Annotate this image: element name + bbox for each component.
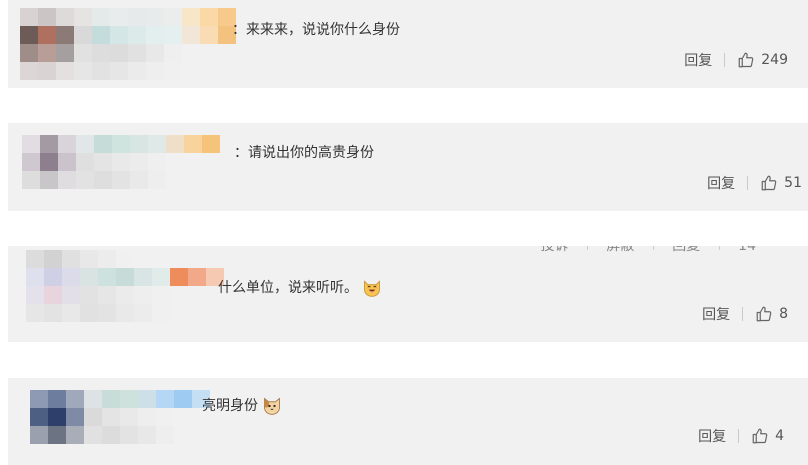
- comment-text-body: 什么单位，说来听听。: [218, 280, 358, 296]
- divider: [747, 176, 749, 190]
- divider: [742, 307, 744, 321]
- like-count: 51: [784, 175, 802, 191]
- reply-button[interactable]: 回复: [698, 426, 726, 446]
- reply-button[interactable]: 回复: [684, 50, 712, 70]
- blurred-avatar-username: [30, 390, 210, 444]
- reply-button[interactable]: 回复: [707, 173, 735, 193]
- like-button[interactable]: 4: [751, 427, 784, 445]
- thumbs-up-icon: [756, 306, 772, 322]
- comment-card-1: ：来来来，说说你什么身份 回复 249: [8, 0, 808, 88]
- comment-card-3: 投诉 屏蔽 回复 14 什么单位，说来听听。 回复 8: [8, 246, 808, 342]
- blurred-avatar-username: [20, 8, 236, 80]
- thumbs-up-icon: [738, 52, 754, 68]
- laughing-cat-emoji-icon: [364, 280, 381, 297]
- divider: [652, 246, 654, 250]
- reply-button[interactable]: 回复: [702, 304, 730, 324]
- like-count: 249: [761, 52, 788, 68]
- like-count: 4: [775, 428, 784, 444]
- divider: [724, 53, 726, 67]
- divider: [586, 246, 588, 250]
- divider: [718, 246, 720, 250]
- reply-button[interactable]: 回复: [672, 246, 700, 254]
- comment-text: 什么单位，说来听听。: [218, 278, 382, 298]
- like-button[interactable]: 8: [755, 305, 788, 323]
- divider: [738, 429, 740, 443]
- like-count: 14: [738, 246, 756, 254]
- like-count: 8: [779, 306, 788, 322]
- thumbs-up-icon: [752, 428, 768, 444]
- comment-text-body: 亮明身份: [202, 398, 258, 414]
- comment-card-2: ：请说出你的高贵身份 回复 51: [8, 123, 808, 211]
- comment-text: ：来来来，说说你什么身份: [232, 22, 400, 38]
- comment-actions: 回复 249: [684, 50, 788, 70]
- report-button[interactable]: 投诉: [540, 246, 568, 254]
- blurred-avatar-username: [26, 250, 224, 322]
- comment-actions: 回复 8: [702, 304, 788, 324]
- block-button[interactable]: 屏蔽: [606, 246, 634, 254]
- comment-card-4: 亮明身份 回复 4: [8, 378, 808, 465]
- partial-actions-row: 投诉 屏蔽 回复 14: [540, 246, 756, 255]
- like-button[interactable]: 249: [737, 51, 788, 69]
- cat-emoji-icon: [264, 397, 281, 415]
- like-button[interactable]: 51: [760, 174, 802, 192]
- thumbs-up-icon: [761, 175, 777, 191]
- comment-actions: 回复 4: [698, 426, 784, 446]
- comment-actions: 回复 51: [707, 173, 802, 193]
- comment-text: ：请说出你的高贵身份: [234, 145, 374, 161]
- blurred-avatar-username: [22, 135, 220, 189]
- comment-text: 亮明身份: [202, 396, 282, 416]
